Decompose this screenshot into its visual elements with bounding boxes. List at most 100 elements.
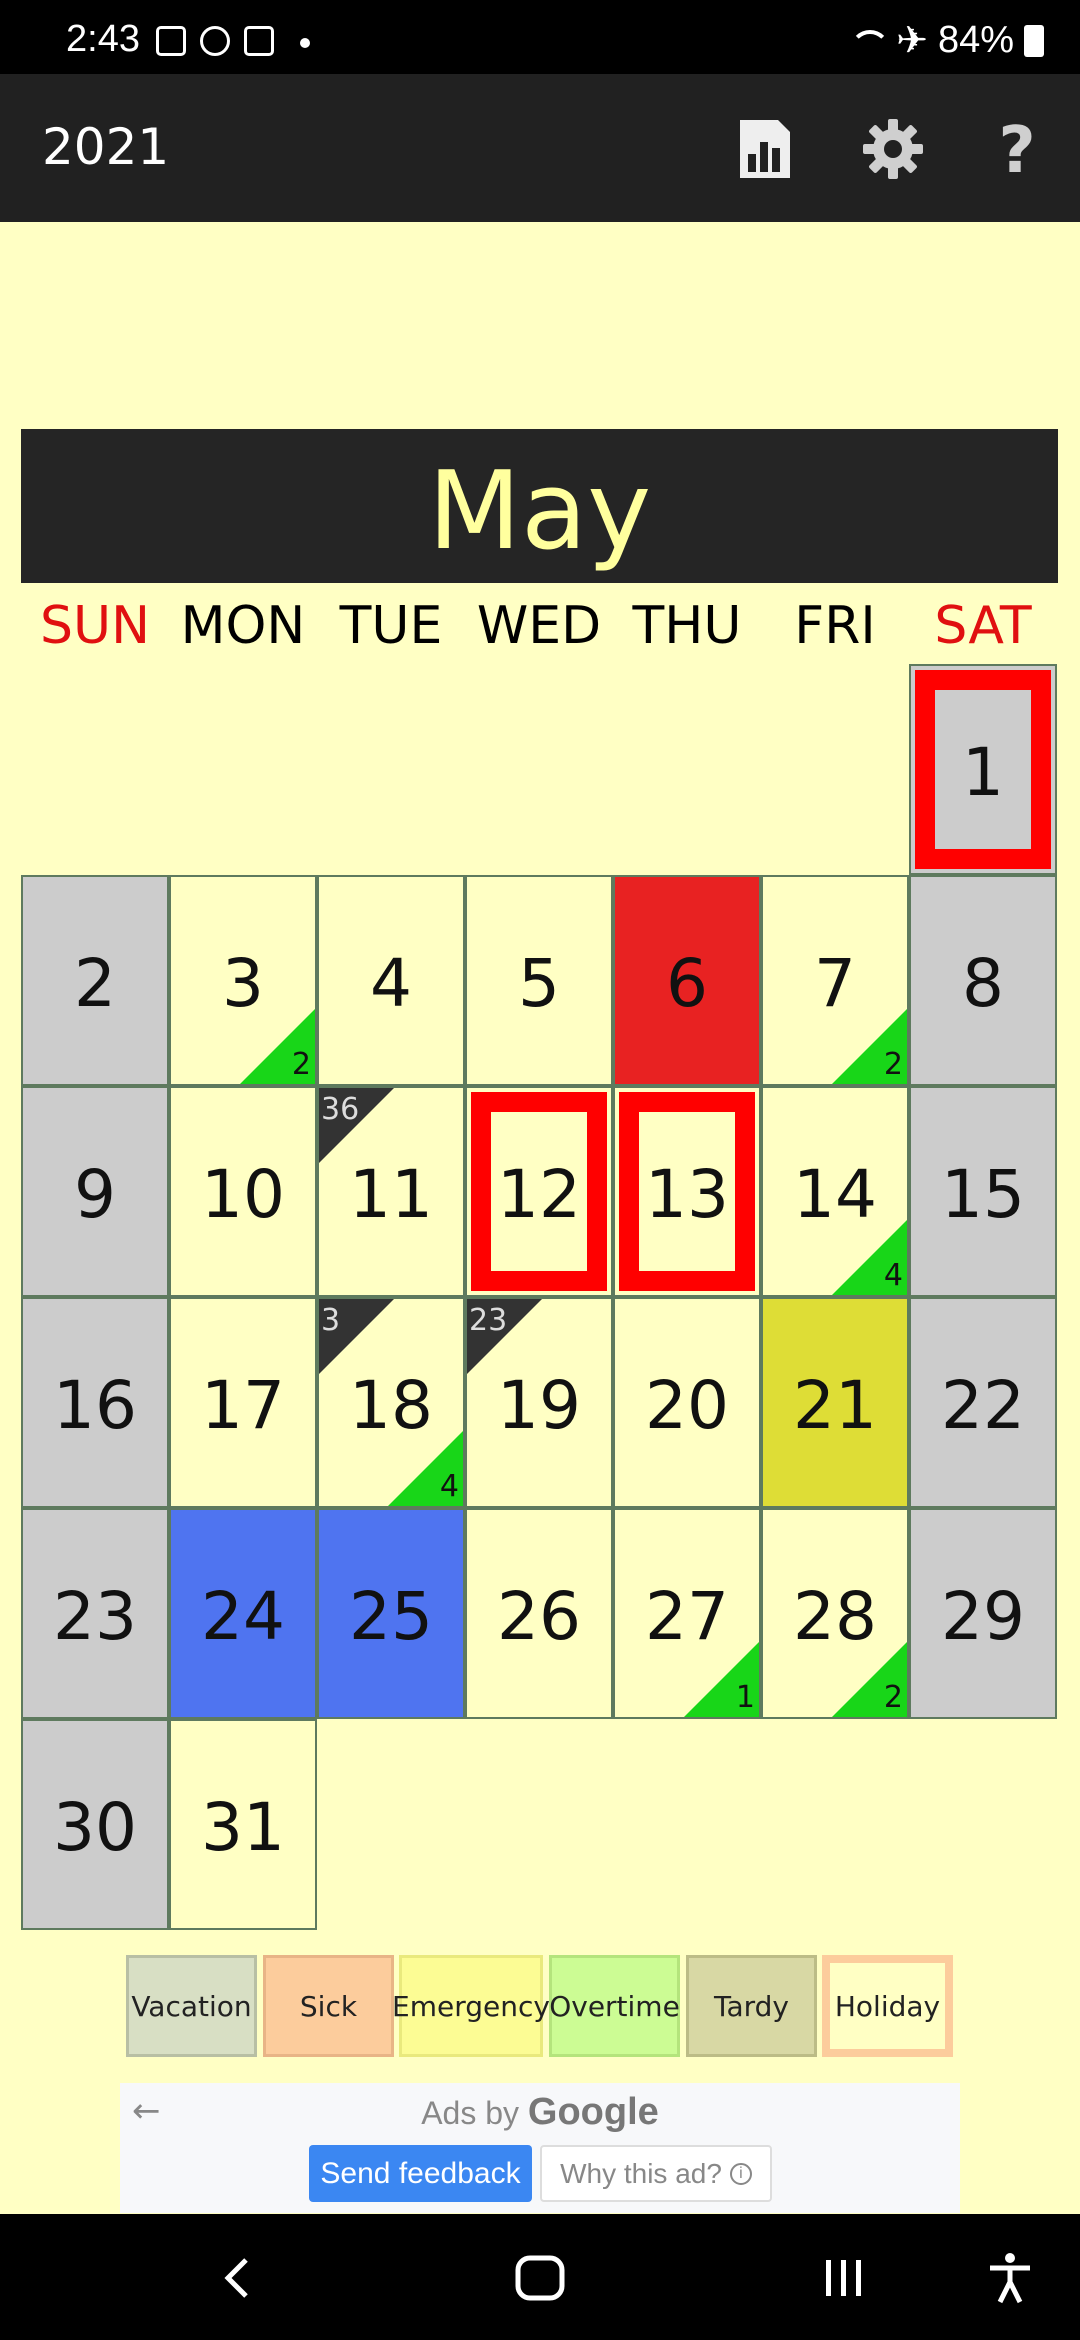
day-cell-1[interactable]: 1 bbox=[909, 664, 1057, 875]
weekday-wed: WED bbox=[476, 596, 602, 656]
day-number: 20 bbox=[645, 1367, 729, 1444]
day-number: 19 bbox=[497, 1367, 581, 1444]
weekday-thu: THU bbox=[632, 596, 742, 656]
weekday-sat: SAT bbox=[934, 596, 1032, 656]
day-cell-3[interactable]: 3 2 bbox=[169, 875, 317, 1086]
tardy-count: 36 bbox=[321, 1092, 360, 1127]
overtime-count: 2 bbox=[883, 1680, 903, 1715]
day-cell-26[interactable]: 26 bbox=[465, 1508, 613, 1719]
day-cell-19[interactable]: 19 23 bbox=[465, 1297, 613, 1508]
battery-percent: 84% bbox=[937, 19, 1014, 61]
google-brand: Google bbox=[527, 2091, 659, 2133]
day-number: 13 bbox=[645, 1156, 729, 1233]
day-cell-15[interactable]: 15 bbox=[909, 1086, 1057, 1297]
day-cell-20[interactable]: 20 bbox=[613, 1297, 761, 1508]
day-cell-6[interactable]: 6 bbox=[613, 875, 761, 1086]
day-cell-7[interactable]: 7 2 bbox=[761, 875, 909, 1086]
day-cell-31[interactable]: 31 bbox=[169, 1719, 317, 1930]
day-cell-28[interactable]: 28 2 bbox=[761, 1508, 909, 1719]
month-header: May bbox=[21, 429, 1058, 583]
status-time: 2:43 bbox=[66, 18, 140, 60]
day-cell-27[interactable]: 27 1 bbox=[613, 1508, 761, 1719]
gallery-icon bbox=[156, 26, 186, 56]
home-nav-icon[interactable] bbox=[512, 2250, 568, 2306]
day-number: 26 bbox=[497, 1578, 581, 1655]
help-icon[interactable]: ? bbox=[982, 114, 1052, 188]
day-number: 28 bbox=[793, 1578, 877, 1655]
ads-by-google: Ads by Google bbox=[120, 2091, 960, 2134]
info-icon: i bbox=[729, 2162, 752, 2185]
why-this-ad-label: Why this ad? bbox=[560, 2157, 722, 2189]
legend-tardy[interactable]: Tardy bbox=[686, 1955, 817, 2057]
day-cell-16[interactable]: 16 bbox=[21, 1297, 169, 1508]
day-number: 21 bbox=[793, 1367, 877, 1444]
day-cell-23[interactable]: 23 bbox=[21, 1508, 169, 1719]
day-number: 27 bbox=[645, 1578, 729, 1655]
day-cell-11[interactable]: 11 36 bbox=[317, 1086, 465, 1297]
tardy-count: 3 bbox=[321, 1303, 341, 1338]
day-cell-10[interactable]: 10 bbox=[169, 1086, 317, 1297]
day-cell-21[interactable]: 21 bbox=[761, 1297, 909, 1508]
tardy-count: 23 bbox=[469, 1303, 508, 1338]
day-cell-22[interactable]: 22 bbox=[909, 1297, 1057, 1508]
ads-by-label: Ads by bbox=[421, 2095, 520, 2131]
recents-nav-icon[interactable] bbox=[816, 2250, 872, 2306]
system-icons: ✈ 84% bbox=[846, 18, 1044, 63]
day-number: 3 bbox=[222, 945, 264, 1022]
weekday-tue: TUE bbox=[339, 596, 443, 656]
day-cell-4[interactable]: 4 bbox=[317, 875, 465, 1086]
month-title: May bbox=[427, 449, 652, 574]
send-feedback-button[interactable]: Send feedback bbox=[309, 2145, 532, 2202]
day-cell-2[interactable]: 2 bbox=[21, 875, 169, 1086]
day-cell-25[interactable]: 25 bbox=[317, 1508, 465, 1719]
legend-holiday[interactable]: Holiday bbox=[822, 1955, 953, 2057]
battery-icon bbox=[1024, 24, 1044, 57]
weekday-mon: MON bbox=[180, 596, 306, 656]
settings-icon[interactable] bbox=[858, 114, 928, 184]
day-cell-5[interactable]: 5 bbox=[465, 875, 613, 1086]
back-nav-icon[interactable] bbox=[210, 2250, 266, 2306]
weekday-fri: FRI bbox=[794, 596, 876, 656]
day-number: 16 bbox=[53, 1367, 137, 1444]
day-number: 25 bbox=[349, 1578, 433, 1655]
day-number: 17 bbox=[201, 1367, 285, 1444]
airplane-icon: ✈ bbox=[896, 20, 928, 62]
day-cell-18[interactable]: 18 3 4 bbox=[317, 1297, 465, 1508]
svg-text:?: ? bbox=[998, 114, 1035, 184]
legend-sick[interactable]: Sick bbox=[263, 1955, 394, 2057]
legend-vacation[interactable]: Vacation bbox=[126, 1955, 257, 2057]
overtime-count: 2 bbox=[291, 1047, 311, 1082]
day-number: 18 bbox=[349, 1367, 433, 1444]
day-number: 1 bbox=[962, 734, 1004, 811]
day-number: 23 bbox=[53, 1578, 137, 1655]
day-number: 5 bbox=[518, 945, 560, 1022]
day-cell-12[interactable]: 12 bbox=[465, 1086, 613, 1297]
day-cell-13[interactable]: 13 bbox=[613, 1086, 761, 1297]
day-number: 15 bbox=[941, 1156, 1025, 1233]
day-cell-14[interactable]: 14 4 bbox=[761, 1086, 909, 1297]
app-bar: 2021 ? bbox=[0, 74, 1080, 222]
legend-emergency[interactable]: Emergency bbox=[392, 1955, 550, 2057]
overtime-count: 4 bbox=[439, 1469, 459, 1504]
day-number: 7 bbox=[814, 945, 856, 1022]
day-number: 10 bbox=[201, 1156, 285, 1233]
overtime-count: 1 bbox=[735, 1680, 755, 1715]
accessibility-icon[interactable] bbox=[982, 2250, 1038, 2306]
day-cell-9[interactable]: 9 bbox=[21, 1086, 169, 1297]
status-bar: 2:43 ✈ 84% bbox=[0, 0, 1080, 74]
stats-icon[interactable] bbox=[730, 114, 800, 184]
day-number: 24 bbox=[201, 1578, 285, 1655]
overtime-count: 2 bbox=[883, 1047, 903, 1082]
day-cell-17[interactable]: 17 bbox=[169, 1297, 317, 1508]
day-cell-24[interactable]: 24 bbox=[169, 1508, 317, 1719]
day-cell-8[interactable]: 8 bbox=[909, 875, 1057, 1086]
day-cell-29[interactable]: 29 bbox=[909, 1508, 1057, 1719]
day-number: 22 bbox=[941, 1367, 1025, 1444]
day-number: 31 bbox=[201, 1789, 285, 1866]
navigation-bar bbox=[0, 2214, 1080, 2340]
day-cell-30[interactable]: 30 bbox=[21, 1719, 169, 1930]
legend-overtime[interactable]: Overtime bbox=[549, 1955, 680, 2057]
why-this-ad-button[interactable]: Why this ad? i bbox=[540, 2145, 772, 2202]
day-number: 8 bbox=[962, 945, 1004, 1022]
day-number: 12 bbox=[497, 1156, 581, 1233]
